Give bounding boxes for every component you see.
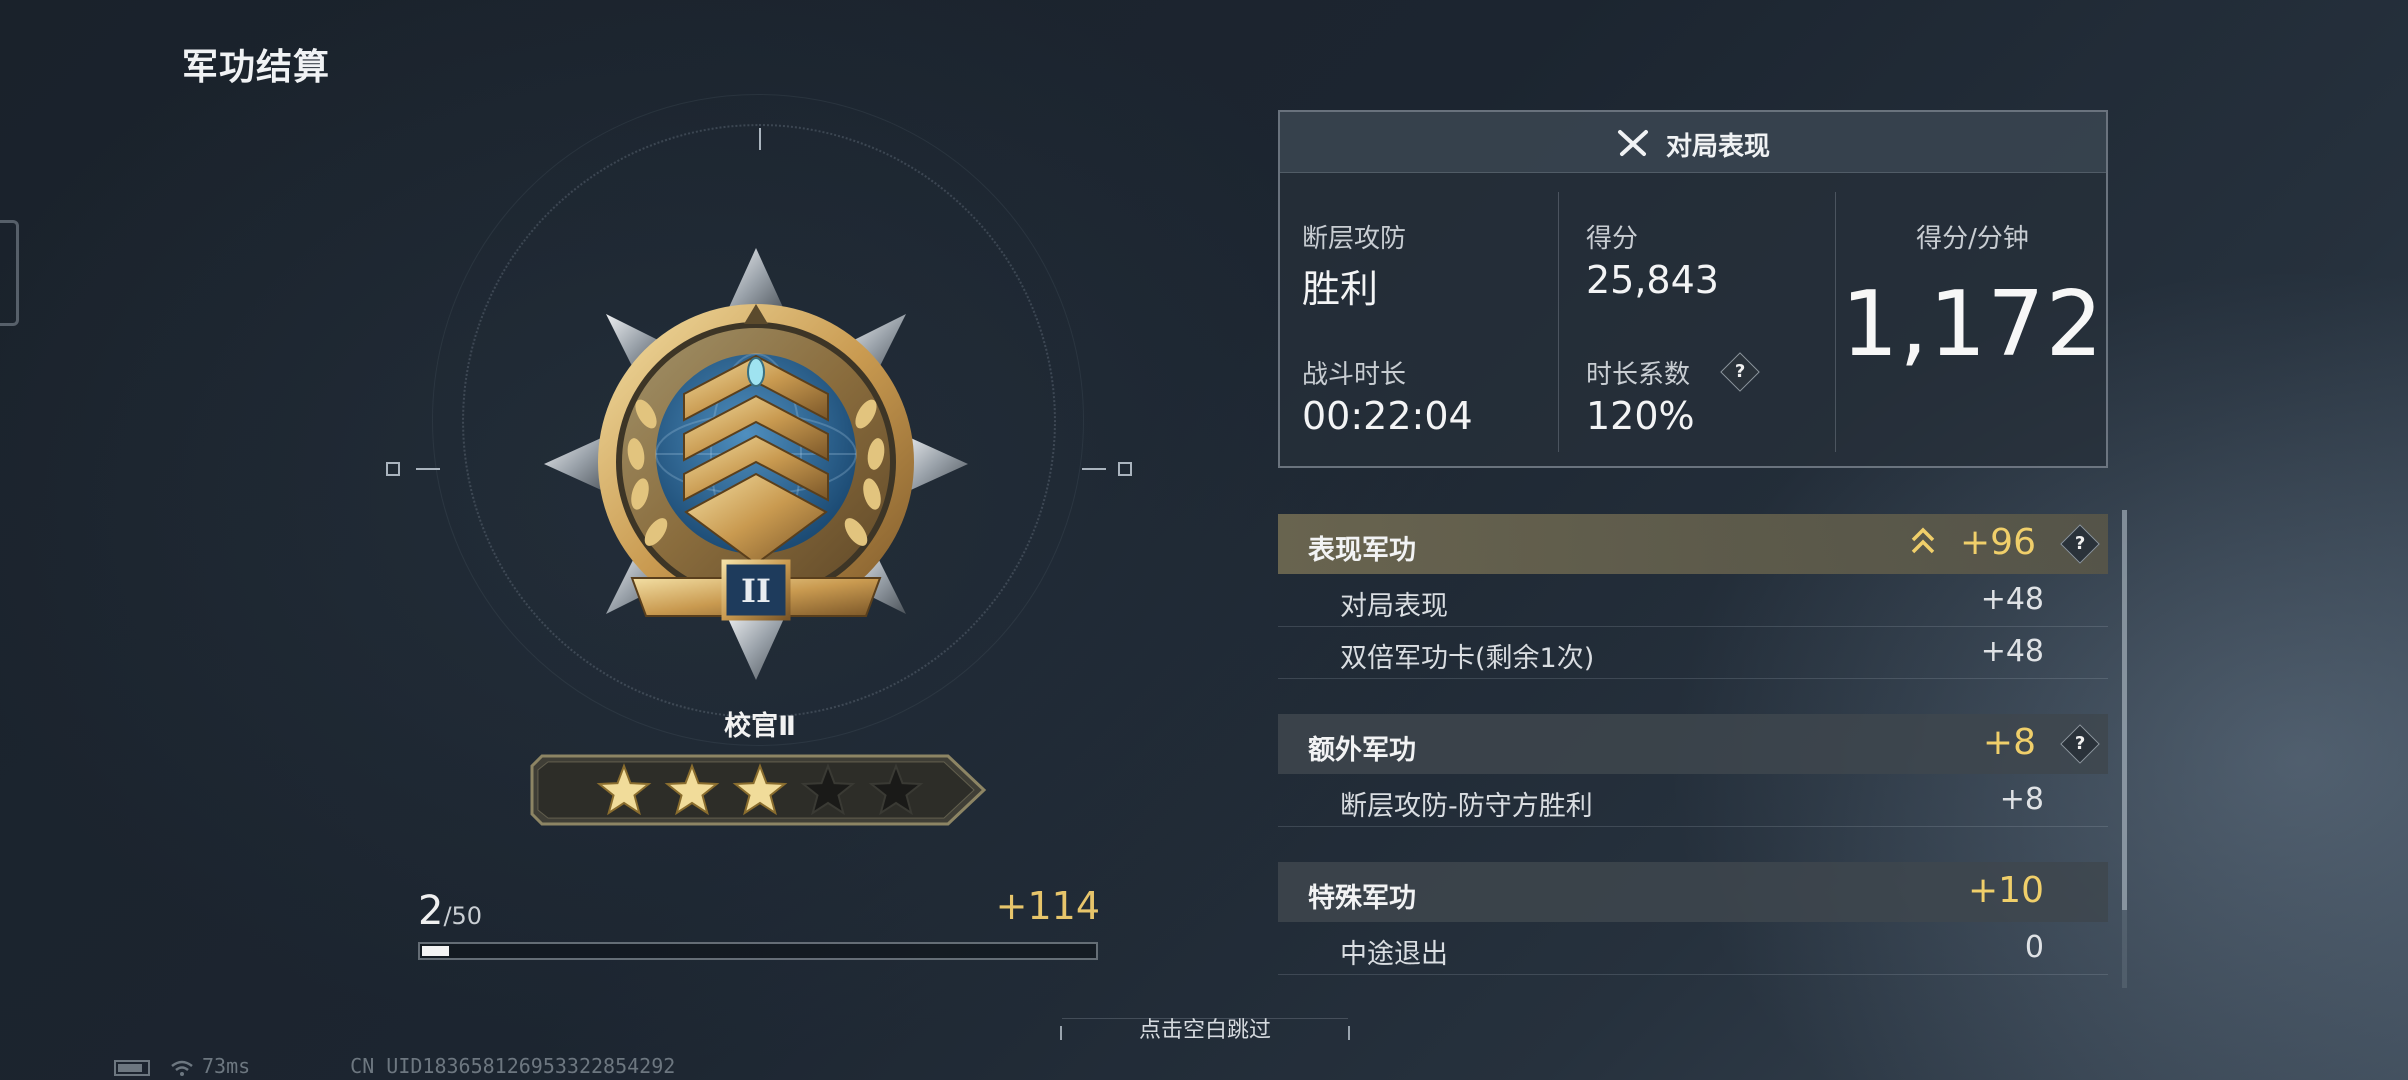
rank-stars (530, 754, 987, 826)
ping-value: 73ms (202, 1054, 251, 1078)
merit-item-row: 双倍军功卡(剩余1次) +48 (1278, 626, 2108, 679)
merit-scrollbar-thumb[interactable] (2122, 510, 2127, 910)
merit-category-row: 额外军功 +8? (1278, 714, 2108, 774)
merit-item-row: 断层攻防-防守方胜利 +8 (1278, 774, 2108, 827)
duration-label: 战斗时长 (1302, 360, 1407, 390)
rank-medal-icon: II (544, 248, 968, 680)
ring-marker-right (1118, 462, 1132, 476)
help-icon[interactable]: ? (2060, 724, 2100, 764)
page-title: 军功结算 (182, 47, 331, 88)
merit-item-label: 断层攻防-防守方胜利 (1340, 791, 1593, 822)
mode-value: 胜利 (1302, 267, 1379, 311)
score-value: 25,843 (1586, 258, 1719, 302)
merit-item-value: +48 (1980, 634, 2044, 669)
panel-header: 对局表现 (1280, 112, 2106, 173)
column-divider (1558, 192, 1559, 452)
mode-label: 断层攻防 (1302, 224, 1407, 254)
coef-label: 时长系数 (1586, 360, 1691, 390)
merit-item-value: +48 (1980, 582, 2044, 617)
side-tab-handle[interactable] (0, 220, 19, 326)
merit-item-row: 中途退出 0 (1278, 922, 2108, 975)
merit-category-value: +10 (1968, 870, 2044, 911)
rank-progress-fill (422, 946, 450, 956)
merit-category-row: 特殊军功 +10 (1278, 862, 2108, 922)
skip-hint[interactable]: 点击空白跳过 (1060, 1012, 1350, 1044)
merit-item-row: 对局表现 +48 (1278, 574, 2108, 627)
rank-progress-gain: +114 (995, 884, 1100, 928)
merit-category-value: +96 (1960, 522, 2036, 563)
duration-value: 00:22:04 (1302, 394, 1473, 438)
merit-item-label: 双倍军功卡(剩余1次) (1340, 643, 1595, 674)
spm-label: 得分/分钟 (1916, 224, 2029, 254)
spm-value: 1,172 (1841, 272, 2104, 377)
ring-dash-left (416, 468, 440, 470)
rank-name: 校官Ⅱ (724, 711, 796, 742)
ring-dash-right (1082, 468, 1106, 470)
status-bar: 73ms CN UID1836581269533228542​92 (114, 1054, 695, 1078)
match-performance-panel: 对局表现 断层攻防 胜利 战斗时长 00:22:04 得分 25,843 时长系… (1278, 110, 2108, 468)
merit-category-row: 表现军功 +96? (1278, 514, 2108, 574)
help-icon[interactable]: ? (2060, 524, 2100, 564)
ring-marker-left (386, 462, 400, 476)
score-label: 得分 (1586, 224, 1639, 254)
medal-numeral: II (741, 572, 771, 610)
crossed-swords-icon (1618, 130, 1648, 156)
coef-value: 120% (1586, 394, 1695, 438)
wifi-icon (171, 1060, 193, 1076)
merit-category-label: 特殊军功 (1308, 883, 1416, 914)
battery-icon (114, 1059, 150, 1076)
rank-progress-bar (418, 942, 1098, 960)
uid-text: CN UID1836581269533228542​92 (350, 1054, 676, 1078)
coef-help-icon[interactable]: ? (1720, 352, 1760, 392)
ring-tick-top (759, 128, 761, 150)
merit-item-label: 中途退出 (1340, 939, 1448, 970)
merit-category-value: +8 (1982, 722, 2036, 763)
merit-list: 表现军功 +96? 对局表现 +48 双倍军功卡(剩余1次) +48 额外军功 +8? 断层攻防… (1278, 514, 2108, 984)
double-chevron-up-icon (1911, 527, 1935, 554)
merit-item-value: +8 (1999, 782, 2044, 817)
panel-title: 对局表现 (1666, 132, 1771, 162)
merit-category-label: 额外军功 (1308, 735, 1416, 766)
rank-progress-value: 2/50 (418, 888, 483, 934)
merit-item-value: 0 (2024, 930, 2044, 965)
merit-item-label: 对局表现 (1340, 591, 1448, 622)
merit-category-label: 表现军功 (1308, 535, 1416, 566)
